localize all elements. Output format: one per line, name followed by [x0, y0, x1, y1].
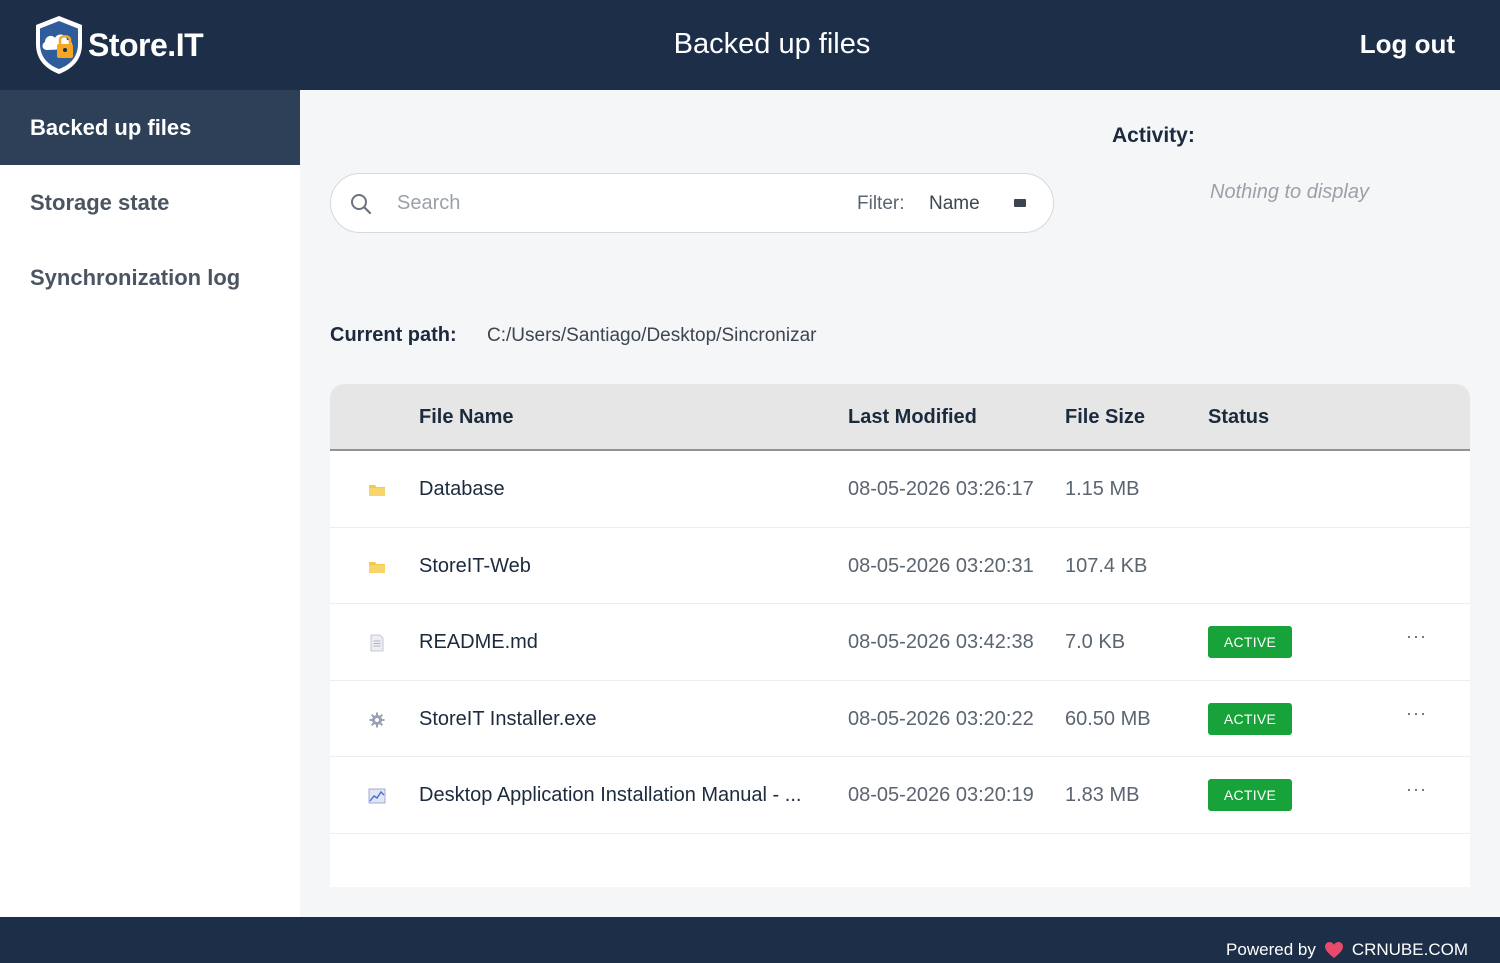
status-badge: ACTIVE: [1208, 779, 1292, 811]
image-icon: [368, 788, 386, 804]
more-options-icon[interactable]: ···: [1406, 626, 1427, 647]
gear-icon: [369, 712, 385, 727]
table-row[interactable]: Desktop Application Installation Manual …: [330, 757, 1470, 834]
powered-by: Powered by CRNUBE.COM: [1226, 940, 1468, 960]
footer-brand-link[interactable]: CRNUBE.COM: [1352, 940, 1468, 960]
file-name[interactable]: StoreIT Installer.exe: [419, 708, 597, 731]
status-badge: ACTIVE: [1208, 626, 1292, 658]
activity-title: Activity:: [1112, 124, 1195, 147]
file-modified: 08-05-2026 03:26:17: [848, 478, 1034, 500]
main-content: Filter: Name Activity: Nothing to displa…: [300, 90, 1500, 917]
file-modified: 08-05-2026 03:20:22: [848, 707, 1034, 730]
status-badge: ACTIVE: [1208, 702, 1292, 735]
heart-icon: [1324, 942, 1343, 958]
column-file-name[interactable]: File Name: [419, 406, 513, 429]
file-size: 60.50 MB: [1065, 707, 1151, 730]
file-name[interactable]: Desktop Application Installation Manual …: [419, 784, 801, 807]
file-modified: 08-05-2026 03:42:38: [848, 631, 1034, 653]
filter-label: Filter:: [857, 193, 905, 214]
files-table: File Name Last Modified File Size Status…: [330, 384, 1470, 887]
powered-by-label: Powered by: [1226, 940, 1316, 959]
file-size: 1.83 MB: [1065, 784, 1140, 806]
sidebar: Backed up files Storage state Synchroniz…: [0, 90, 300, 917]
search-icon: [351, 194, 372, 215]
chevron-down-icon[interactable]: [1014, 199, 1026, 207]
folder-icon: [369, 485, 385, 496]
column-last-modified[interactable]: Last Modified: [848, 406, 977, 429]
column-file-size[interactable]: File Size: [1065, 406, 1145, 429]
file-modified: 08-05-2026 03:20:31: [848, 554, 1034, 577]
table-row[interactable]: Database 08-05-2026 03:26:17 1.15 MB: [330, 451, 1470, 528]
search-input[interactable]: [397, 186, 817, 220]
footer: Powered by CRNUBE.COM: [0, 917, 1500, 963]
activity-empty-message: Nothing to display: [1210, 181, 1369, 203]
table-header: File Name Last Modified File Size Status: [330, 384, 1470, 451]
filter-select[interactable]: Name: [929, 193, 980, 215]
sidebar-item-synchronization-log[interactable]: Synchronization log: [0, 240, 300, 315]
more-options-icon[interactable]: ···: [1406, 779, 1427, 800]
file-name[interactable]: Database: [419, 478, 505, 501]
logout-button[interactable]: Log out: [1360, 29, 1455, 60]
file-name[interactable]: StoreIT-Web: [419, 555, 531, 578]
file-size: 7.0 KB: [1065, 631, 1126, 653]
top-bar: Store.IT Backed up files Log out: [0, 0, 1500, 90]
current-path-value: C:/Users/Santiago/Desktop/Sincronizar: [487, 325, 817, 346]
file-size: 107.4 KB: [1065, 554, 1148, 577]
table-row[interactable]: StoreIT Installer.exe 08-05-2026 03:20:2…: [330, 681, 1470, 757]
sidebar-item-storage-state[interactable]: Storage state: [0, 165, 300, 240]
table-row[interactable]: StoreIT-Web 08-05-2026 03:20:31 107.4 KB: [330, 528, 1470, 604]
folder-icon: [369, 561, 385, 573]
sidebar-item-backed-up-files[interactable]: Backed up files: [0, 90, 300, 165]
search-bar: Filter: Name: [330, 173, 1054, 233]
table-row[interactable]: README.md 08-05-2026 03:42:38 7.0 KB ACT…: [330, 604, 1470, 681]
page-title: Backed up files: [673, 28, 871, 60]
file-modified: 08-05-2026 03:20:19: [848, 784, 1034, 806]
column-status[interactable]: Status: [1208, 406, 1269, 429]
file-name[interactable]: README.md: [419, 631, 538, 654]
document-icon: [370, 634, 384, 652]
current-path-label: Current path:: [330, 324, 457, 346]
file-size: 1.15 MB: [1065, 478, 1140, 500]
more-options-icon[interactable]: ···: [1406, 703, 1427, 724]
